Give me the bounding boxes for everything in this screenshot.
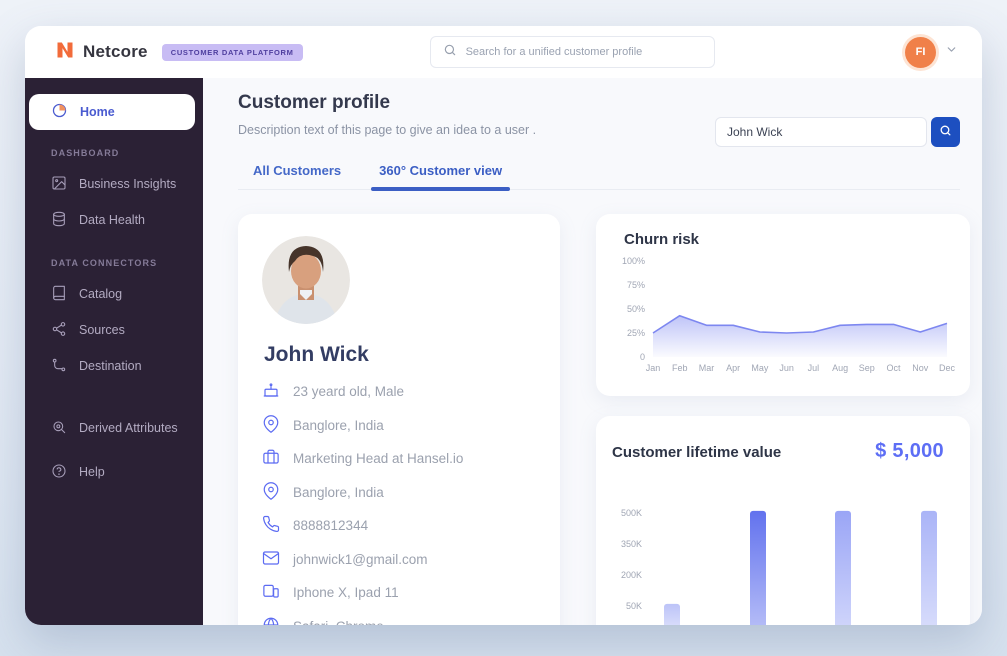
sidebar-section-dashboard: DASHBOARD xyxy=(51,148,203,158)
churn-risk-card: Churn risk 100% 75% 50% 25% 0Jan Feb Mar Apr May… xyxy=(596,214,970,396)
page-description: Description text of this page to give an… xyxy=(238,123,536,137)
sidebar: Home DASHBOARD Business Insights Data He… xyxy=(25,78,203,625)
profile-search xyxy=(715,117,960,147)
cake-icon xyxy=(262,381,280,402)
location-pin-icon xyxy=(262,482,280,503)
insights-image-icon xyxy=(51,175,67,194)
global-search[interactable] xyxy=(430,36,715,68)
search-icon xyxy=(443,43,457,62)
detail-location: Banglore, India xyxy=(262,415,536,436)
tab-360-customer-view[interactable]: 360° Customer view xyxy=(379,163,502,189)
user-menu[interactable]: FI xyxy=(905,37,958,68)
chevron-down-icon[interactable] xyxy=(945,43,958,61)
svg-text:Mar: Mar xyxy=(699,363,715,373)
home-icon xyxy=(51,102,68,122)
churn-risk-title: Churn risk xyxy=(624,231,956,248)
sidebar-item-business-insights[interactable]: Business Insights xyxy=(25,166,203,202)
detail-age: 23 yeard old, Male xyxy=(262,381,536,402)
brand: Netcore CUSTOMER DATA PLATFORM xyxy=(55,40,303,65)
globe-icon xyxy=(262,616,280,626)
detail-location-2: Banglore, India xyxy=(262,482,536,503)
sidebar-item-help[interactable]: Help xyxy=(25,454,203,490)
clv-value: $ 5,000 xyxy=(875,440,944,463)
customer-photo xyxy=(262,236,350,324)
svg-text:200K: 200K xyxy=(621,570,642,580)
svg-text:Nov: Nov xyxy=(912,363,929,373)
clv-card: Customer lifetime value $ 5,000 500K 350K… xyxy=(596,416,970,625)
database-icon xyxy=(51,211,67,230)
sidebar-item-destination[interactable]: Destination xyxy=(25,348,203,384)
svg-text:25%: 25% xyxy=(627,328,645,338)
detail-phone: 8888812344 xyxy=(262,515,536,536)
help-icon xyxy=(51,463,67,482)
sources-branch-icon xyxy=(51,321,67,340)
catalog-book-icon xyxy=(51,285,67,304)
customer-name: John Wick xyxy=(264,343,536,367)
customer-details: 23 yeard old, Male Banglore, India xyxy=(262,381,536,625)
global-search-input[interactable] xyxy=(466,46,702,58)
svg-text:500K: 500K xyxy=(621,508,642,518)
svg-text:May: May xyxy=(751,363,769,373)
profile-search-button[interactable] xyxy=(931,117,960,147)
main-content: Customer profile Description text of thi… xyxy=(203,78,982,625)
clv-chart: 500K 350K 200K 50K xyxy=(612,473,958,625)
clv-title: Customer lifetime value xyxy=(612,444,781,461)
churn-risk-chart: 100% 75% 50% 25% 0Jan Feb Mar Apr May Jun Jul Aug Se… xyxy=(610,252,956,378)
mail-icon xyxy=(262,549,280,570)
briefcase-icon xyxy=(262,448,280,469)
svg-text:350K: 350K xyxy=(621,539,642,549)
svg-text:50%: 50% xyxy=(627,304,645,314)
svg-text:50K: 50K xyxy=(626,601,642,611)
svg-text:Jan: Jan xyxy=(646,363,661,373)
detail-email: johnwick1@gmail.com xyxy=(262,549,536,570)
destination-route-icon xyxy=(51,357,67,376)
customer-card: John Wick 23 yeard old, Male xyxy=(238,214,560,625)
devices-icon xyxy=(262,582,280,603)
page-title: Customer profile xyxy=(238,92,536,114)
svg-text:Feb: Feb xyxy=(672,363,688,373)
platform-badge: CUSTOMER DATA PLATFORM xyxy=(162,44,303,61)
detail-browsers: Safari, Chrome xyxy=(262,616,536,626)
sidebar-item-derived-attributes[interactable]: Derived Attributes xyxy=(25,410,203,446)
brand-name: Netcore xyxy=(83,42,148,62)
svg-text:Aug: Aug xyxy=(832,363,848,373)
sidebar-item-data-health[interactable]: Data Health xyxy=(25,202,203,238)
app-window: Netcore CUSTOMER DATA PLATFORM FI Home xyxy=(25,26,982,625)
svg-text:Oct: Oct xyxy=(887,363,902,373)
sidebar-item-home[interactable]: Home xyxy=(29,94,195,130)
svg-text:0: 0 xyxy=(640,352,645,362)
detail-job: Marketing Head at Hansel.io xyxy=(262,448,536,469)
sidebar-item-catalog[interactable]: Catalog xyxy=(25,276,203,312)
phone-icon xyxy=(262,515,280,536)
svg-text:Apr: Apr xyxy=(726,363,740,373)
sidebar-section-connectors: DATA CONNECTORS xyxy=(51,258,203,268)
svg-text:100%: 100% xyxy=(622,256,645,266)
svg-text:Sep: Sep xyxy=(859,363,875,373)
sidebar-item-sources[interactable]: Sources xyxy=(25,312,203,348)
netcore-logo-icon xyxy=(55,40,75,65)
svg-text:Jul: Jul xyxy=(808,363,820,373)
profile-search-input[interactable] xyxy=(715,117,927,147)
tab-bar: All Customers 360° Customer view xyxy=(238,163,960,190)
tab-all-customers[interactable]: All Customers xyxy=(253,163,341,189)
detail-devices: Iphone X, Ipad 11 xyxy=(262,582,536,603)
derived-attributes-icon xyxy=(51,419,67,438)
search-icon xyxy=(939,124,952,140)
svg-text:75%: 75% xyxy=(627,280,645,290)
location-pin-icon xyxy=(262,415,280,436)
topbar: Netcore CUSTOMER DATA PLATFORM FI xyxy=(25,26,982,78)
avatar[interactable]: FI xyxy=(905,37,936,68)
svg-text:Jun: Jun xyxy=(779,363,794,373)
svg-text:Dec: Dec xyxy=(939,363,956,373)
